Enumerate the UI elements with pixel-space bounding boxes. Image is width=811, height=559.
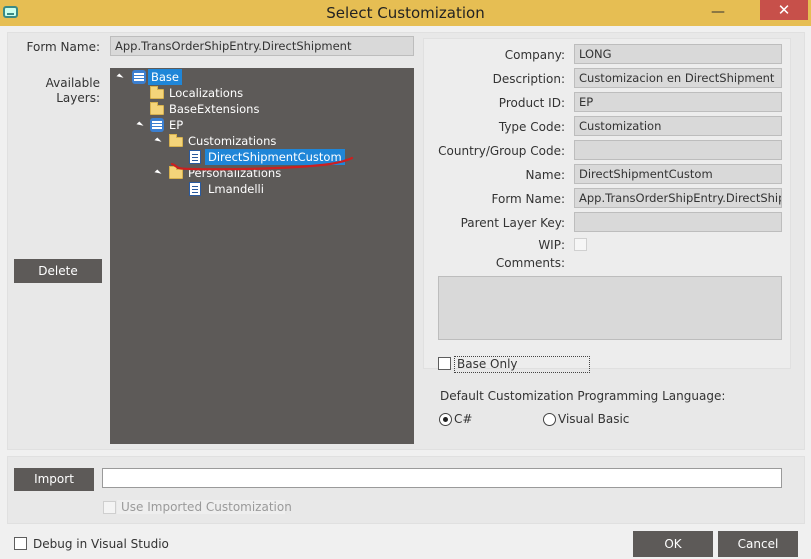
tree-node-customizations[interactable]: Customizations [188, 133, 276, 149]
debug-checkbox[interactable] [14, 537, 27, 550]
form-name-field: App.TransOrderShipEntry.DirectShipment [110, 36, 414, 56]
details-form-name-field: App.TransOrderShipEntry.DirectShipme [574, 188, 782, 208]
expand-arrow-icon[interactable] [154, 137, 162, 145]
name-field: DirectShipmentCustom [574, 164, 782, 184]
import-path-input[interactable] [102, 468, 782, 488]
folder-icon [169, 134, 183, 147]
company-field: LONG [574, 44, 782, 64]
type-code-label: Type Code: [498, 120, 565, 134]
expand-arrow-icon[interactable] [136, 121, 144, 129]
visual-basic-label[interactable]: Visual Basic [558, 412, 629, 426]
comments-label: Comments: [495, 256, 565, 270]
available-layers-label: Layers: [56, 91, 100, 105]
comments-field [438, 276, 782, 340]
wip-checkbox [574, 238, 587, 251]
layer-icon [150, 118, 164, 132]
tree-node-base[interactable]: Base [148, 69, 183, 85]
debug-label[interactable]: Debug in Visual Studio [33, 537, 169, 551]
type-code-field: Customization [574, 116, 782, 136]
minimize-button[interactable]: — [705, 0, 731, 22]
import-button[interactable]: Import [14, 468, 94, 491]
delete-button[interactable]: Delete [14, 259, 102, 283]
ok-button[interactable]: OK [633, 531, 713, 557]
description-field: Customizacion en DirectShipment [574, 68, 782, 88]
expand-arrow-icon[interactable] [154, 169, 162, 177]
language-label: Default Customization Programming Langua… [440, 389, 726, 403]
red-underline-annotation [170, 156, 354, 171]
close-button[interactable]: ✕ [760, 0, 808, 20]
tree-node-ep[interactable]: EP [169, 117, 183, 133]
layer-tree[interactable]: Base Localizations BaseExtensions EP Cus… [110, 68, 414, 444]
tree-node-base-extensions[interactable]: BaseExtensions [169, 101, 259, 117]
name-label: Name: [525, 168, 565, 182]
use-imported-label: Use Imported Customization [117, 500, 292, 514]
folder-icon [150, 86, 164, 99]
document-icon [189, 182, 201, 196]
country-group-code-label: Country/Group Code: [438, 144, 565, 158]
product-id-label: Product ID: [498, 96, 565, 110]
available-layers-label: Available [45, 76, 100, 90]
visual-basic-radio[interactable] [543, 413, 556, 426]
base-only-label[interactable]: Base Only [454, 356, 590, 373]
base-only-checkbox[interactable] [438, 357, 451, 370]
product-id-field: EP [574, 92, 782, 112]
folder-icon [150, 102, 164, 115]
window-title: Select Customization [326, 4, 485, 22]
tree-node-localizations[interactable]: Localizations [169, 85, 243, 101]
dialog-body: Form Name: App.TransOrderShipEntry.Direc… [0, 26, 811, 559]
parent-layer-key-label: Parent Layer Key: [460, 216, 565, 230]
cancel-button[interactable]: Cancel [718, 531, 798, 557]
layer-icon [132, 70, 146, 84]
details-form-name-label: Form Name: [491, 192, 566, 206]
form-name-label: Form Name: [26, 40, 101, 54]
csharp-radio[interactable] [439, 413, 452, 426]
expand-arrow-icon[interactable] [116, 73, 124, 81]
parent-layer-key-field [574, 212, 782, 232]
description-label: Description: [492, 72, 565, 86]
wip-label: WIP: [538, 238, 565, 252]
country-group-code-field [574, 140, 782, 160]
tree-node-lmandelli[interactable]: Lmandelli [208, 181, 264, 197]
company-label: Company: [504, 48, 565, 62]
csharp-label[interactable]: C# [454, 412, 472, 426]
use-imported-checkbox [103, 501, 116, 514]
title-bar: Select Customization — ✕ [0, 0, 811, 26]
